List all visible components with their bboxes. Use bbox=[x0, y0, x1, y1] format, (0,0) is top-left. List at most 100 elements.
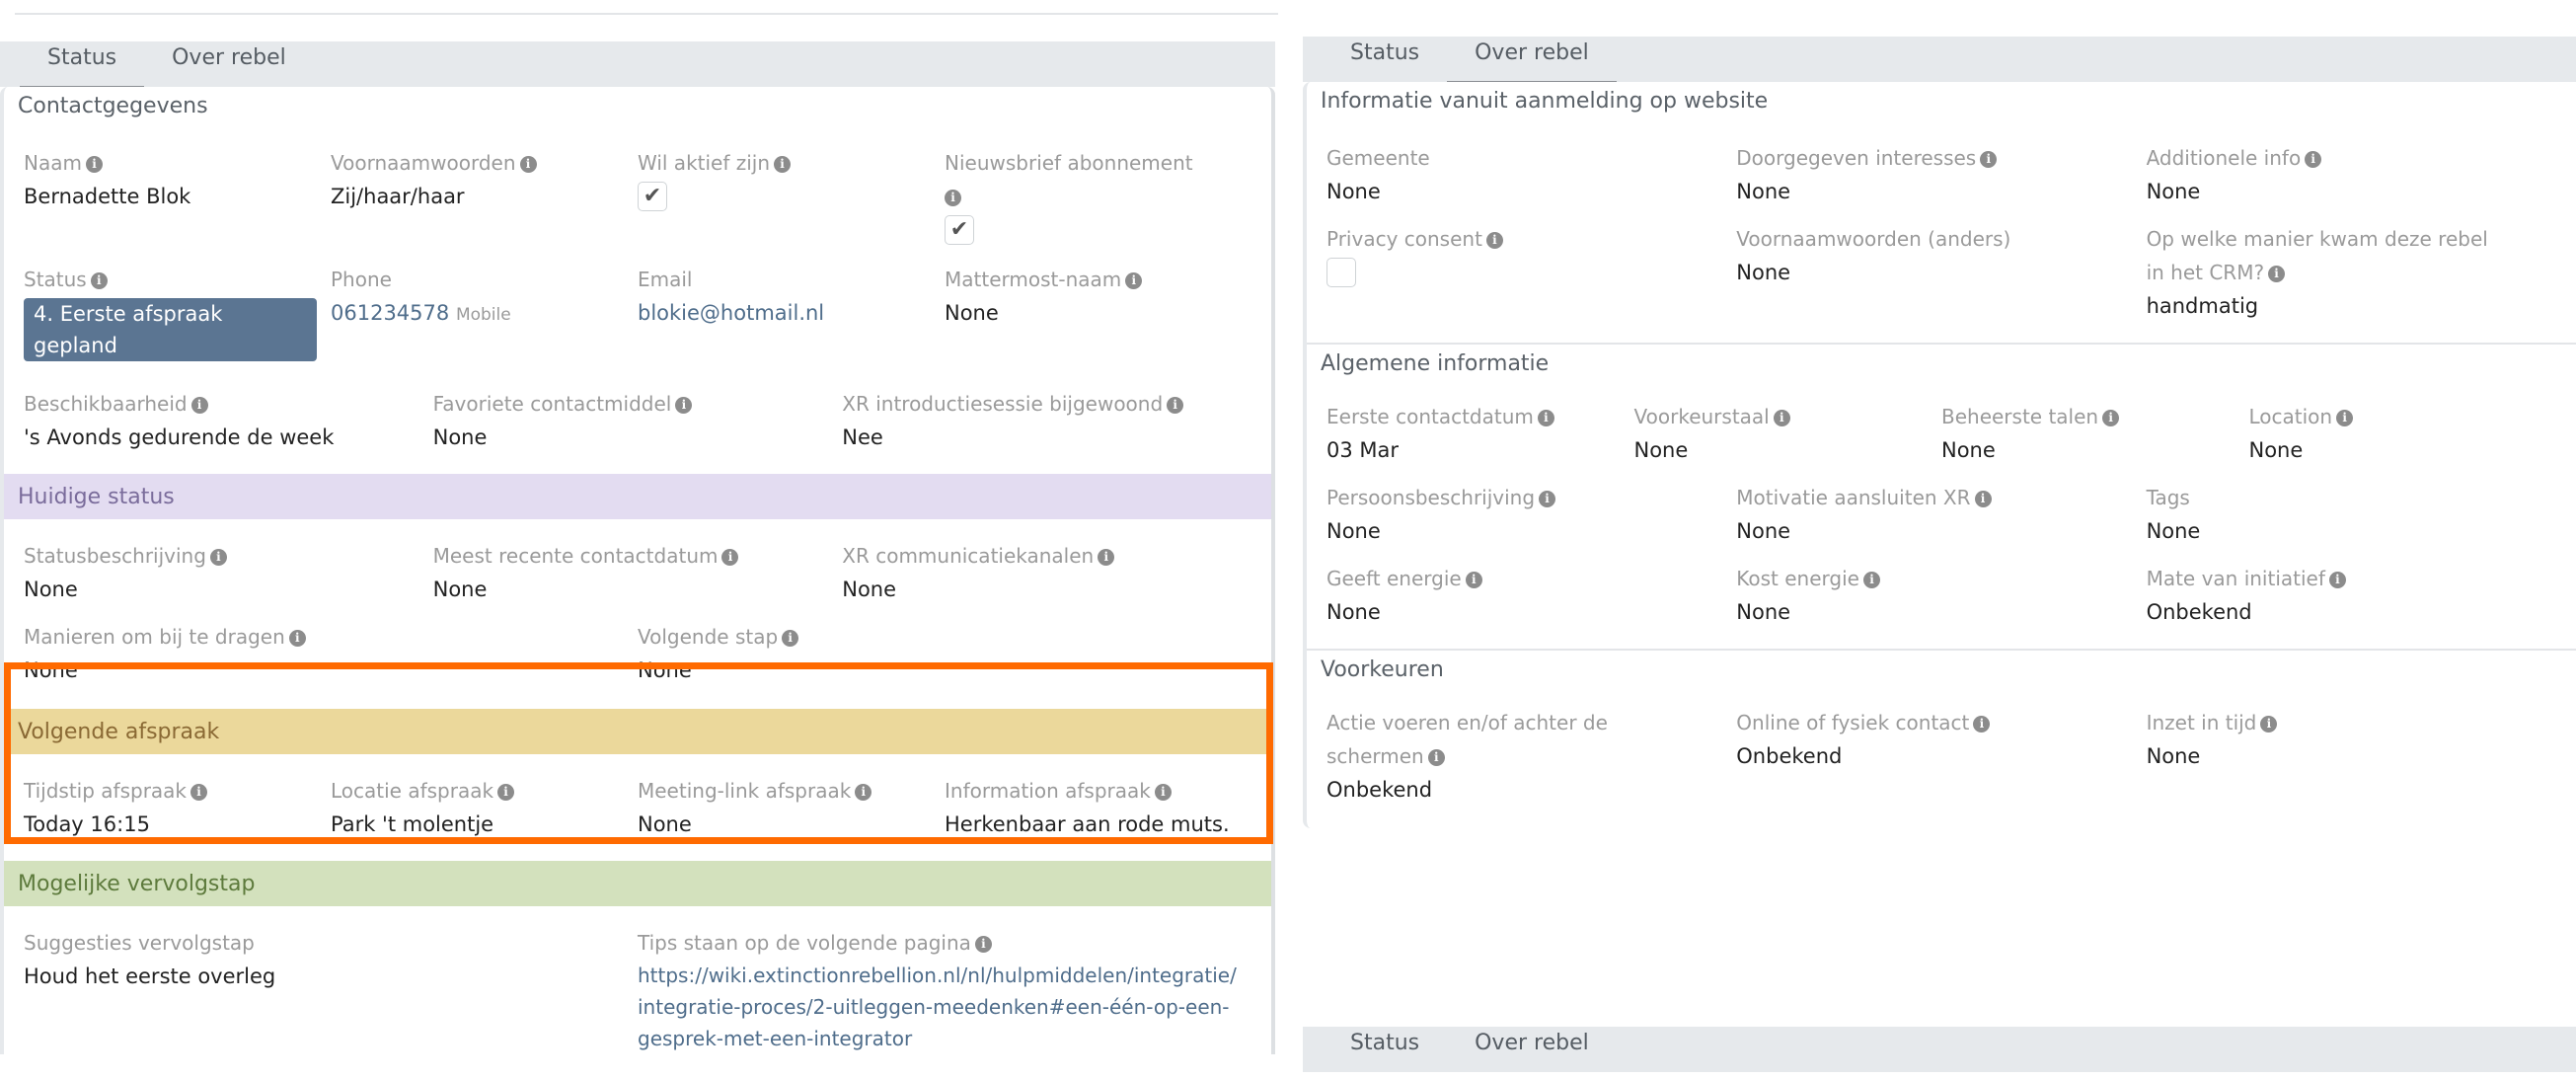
label-communicatiekanalen: XR communicatiekanalen bbox=[842, 544, 1095, 568]
nieuwsbrief-checkbox[interactable]: ✔ bbox=[945, 215, 974, 245]
info-icon[interactable]: i bbox=[855, 784, 872, 801]
value-online-fysiek: Onbekend bbox=[1736, 744, 1843, 768]
info-icon[interactable]: i bbox=[1125, 272, 1143, 289]
value-statusbeschrijving: None bbox=[24, 578, 78, 601]
value-suggesties: Houd het eerste overleg bbox=[24, 964, 276, 988]
value-beheerste-talen: None bbox=[1941, 438, 1996, 462]
field-tags: Tags None bbox=[2147, 481, 2556, 548]
tab-status[interactable]: Status bbox=[20, 41, 145, 89]
info-icon[interactable]: i bbox=[1485, 232, 1503, 249]
value-location: None bbox=[2248, 438, 2304, 462]
info-icon[interactable]: i bbox=[1862, 572, 1880, 588]
label-volgende-stap: Volgende stap bbox=[638, 625, 779, 649]
value-inzet-in-tijd: None bbox=[2146, 744, 2201, 768]
info-icon[interactable]: i bbox=[1167, 397, 1184, 414]
info-icon[interactable]: i bbox=[945, 190, 961, 206]
info-icon[interactable]: i bbox=[90, 272, 108, 289]
info-icon[interactable]: i bbox=[2336, 410, 2354, 426]
info-icon[interactable]: i bbox=[782, 630, 799, 647]
field-beschikbaarheid: Beschikbaarheid i 's Avonds gedurende de … bbox=[24, 387, 433, 454]
field-gemeente: Gemeente None bbox=[1326, 141, 1736, 208]
info-icon[interactable]: i bbox=[519, 156, 537, 173]
tab-over-rebel[interactable]: Over rebel bbox=[144, 41, 314, 87]
info-icon[interactable]: i bbox=[2268, 266, 2286, 282]
value-crm-manier: handmatig bbox=[2146, 294, 2259, 318]
info-icon[interactable]: i bbox=[288, 630, 306, 647]
field-statusbeschrijving: Statusbeschrijving i None bbox=[24, 539, 433, 606]
privacy-consent-checkbox[interactable] bbox=[1326, 258, 1356, 287]
info-icon[interactable]: i bbox=[1974, 491, 1992, 507]
value-voornaamwoorden-anders: None bbox=[1736, 261, 1791, 284]
label-location: Location bbox=[2248, 405, 2333, 428]
info-icon[interactable]: i bbox=[190, 784, 208, 801]
section-title-aanmelding: Informatie vanuit aanmelding op website bbox=[1321, 89, 1769, 114]
label-tips: Tips staan op de volgende pagina bbox=[638, 931, 971, 955]
info-icon[interactable]: i bbox=[1773, 410, 1790, 426]
field-privacy-consent: Privacy consent i bbox=[1326, 222, 1736, 323]
info-icon[interactable]: i bbox=[1098, 549, 1115, 566]
info-icon[interactable]: i bbox=[2260, 716, 2278, 733]
value-recente-contactdatum: None bbox=[432, 578, 488, 601]
info-icon[interactable]: i bbox=[497, 784, 515, 801]
status-panel: Status Over rebel Contactgegevens Naam i … bbox=[0, 41, 1275, 1080]
value-additionele-info: None bbox=[2146, 180, 2201, 203]
field-eerste-contactdatum: Eerste contactdatum i 03 Mar bbox=[1326, 400, 1634, 467]
field-interesses: Doorgegeven interesses i None bbox=[1736, 141, 2146, 208]
info-icon[interactable]: i bbox=[2102, 410, 2120, 426]
info-icon[interactable]: i bbox=[1539, 491, 1556, 507]
email-link[interactable]: blokie@hotmail.nl bbox=[638, 301, 824, 325]
label-email: Email bbox=[638, 268, 693, 291]
info-icon[interactable]: i bbox=[190, 397, 208, 414]
info-icon[interactable]: i bbox=[85, 156, 103, 173]
field-nieuwsbrief: Nieuwsbrief abonnement i ✔ bbox=[945, 146, 1251, 245]
label-nieuwsbrief: Nieuwsbrief abonnement bbox=[945, 151, 1193, 175]
info-icon[interactable]: i bbox=[774, 156, 792, 173]
field-wil-aktief: Wil aktief zijn i ✔ bbox=[638, 146, 945, 245]
label-voorkeurstaal: Voorkeurstaal bbox=[1633, 405, 1770, 428]
tab-status[interactable]: Status bbox=[1323, 37, 1447, 82]
info-icon[interactable]: i bbox=[1973, 716, 1991, 733]
label-naam: Naam bbox=[24, 151, 82, 175]
info-icon[interactable]: i bbox=[2328, 572, 2346, 588]
info-icon[interactable]: i bbox=[209, 549, 227, 566]
field-persoonsbeschrijving: Persoonsbeschrijving i None bbox=[1326, 481, 1736, 548]
value-locatie: Park 't molentje bbox=[331, 812, 494, 836]
wil-aktief-checkbox[interactable]: ✔ bbox=[638, 182, 667, 211]
tips-link[interactable]: https://wiki.extinctionrebellion.nl/nl/h… bbox=[638, 964, 1237, 1050]
tab-over-rebel[interactable]: Over rebel bbox=[1447, 1027, 1617, 1072]
label-motivatie: Motivatie aansluiten XR bbox=[1736, 486, 1971, 509]
field-tijdstip: Tijdstip afspraak i Today 16:15 bbox=[24, 774, 331, 841]
value-interesses: None bbox=[1736, 180, 1791, 203]
info-icon[interactable]: i bbox=[721, 549, 739, 566]
label-recente-contactdatum: Meest recente contactdatum bbox=[432, 544, 719, 568]
value-gemeente: None bbox=[1326, 180, 1381, 203]
field-beheerste-talen: Beheerste talen i None bbox=[1941, 400, 2249, 467]
info-icon[interactable]: i bbox=[1154, 784, 1172, 801]
field-voorkeurstaal: Voorkeurstaal i None bbox=[1634, 400, 1942, 467]
info-icon[interactable]: i bbox=[974, 936, 992, 953]
over-rebel-panel-repeat: Status Over rebel bbox=[1303, 1027, 2576, 1072]
label-information: Information afspraak bbox=[945, 779, 1151, 803]
phone-link[interactable]: 061234578 bbox=[331, 301, 449, 325]
label-beheerste-talen: Beheerste talen bbox=[1941, 405, 2099, 428]
field-meeting-link: Meeting-link afspraak i None bbox=[638, 774, 945, 841]
label-kost-energie: Kost energie bbox=[1736, 567, 1859, 590]
label-persoonsbeschrijving: Persoonsbeschrijving bbox=[1326, 486, 1536, 509]
value-voornaamwoorden: Zij/haar/haar bbox=[331, 185, 465, 208]
value-naam: Bernadette Blok bbox=[24, 185, 191, 208]
info-icon[interactable]: i bbox=[1427, 749, 1445, 766]
info-icon[interactable]: i bbox=[2305, 151, 2322, 168]
label-inzet-in-tijd: Inzet in tijd bbox=[2146, 711, 2257, 734]
field-mate-van-initiatief: Mate van initiatief i Onbekend bbox=[2147, 562, 2556, 629]
info-icon[interactable]: i bbox=[1537, 410, 1554, 426]
tab-over-rebel[interactable]: Over rebel bbox=[1447, 37, 1617, 84]
value-geeft-energie: None bbox=[1326, 600, 1381, 624]
field-status: Status i 4. Eerste afspraak gepland bbox=[24, 263, 331, 361]
info-icon[interactable]: i bbox=[675, 397, 693, 414]
field-xr-intro: XR introductiesessie bijgewoond i Nee bbox=[842, 387, 1251, 454]
info-icon[interactable]: i bbox=[1980, 151, 1998, 168]
field-inzet-in-tijd: Inzet in tijd i None bbox=[2147, 706, 2556, 807]
tab-status[interactable]: Status bbox=[1323, 1027, 1447, 1072]
status-badge: 4. Eerste afspraak gepland bbox=[24, 298, 317, 361]
info-icon[interactable]: i bbox=[1465, 572, 1482, 588]
